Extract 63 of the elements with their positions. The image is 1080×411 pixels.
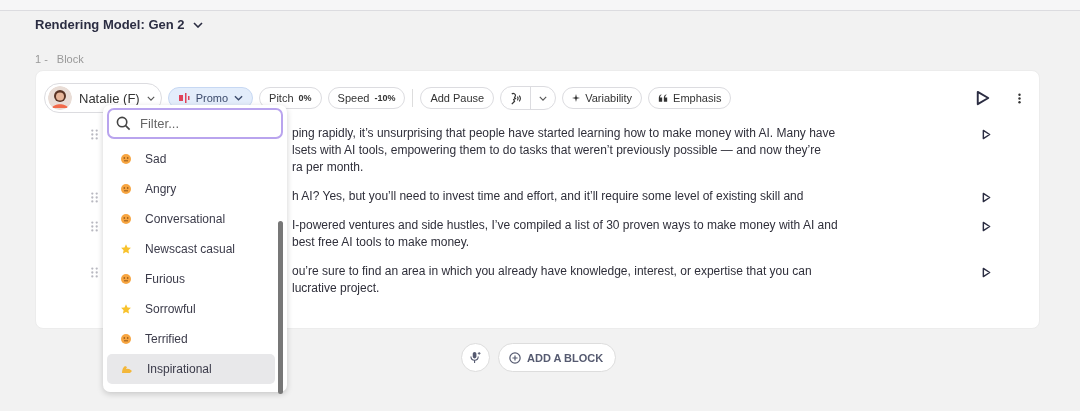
emoji-face-icon [121, 274, 131, 284]
emoji-face-icon [121, 184, 131, 194]
search-icon [116, 116, 131, 131]
variability-button[interactable]: Variability [562, 87, 643, 109]
waveform-icon [177, 93, 190, 103]
paragraph-text: ra per month. [292, 159, 365, 176]
style-option[interactable]: Sad [107, 144, 275, 174]
filter-field[interactable]: Filter... [107, 108, 283, 139]
style-option[interactable]: Terrified [107, 324, 275, 354]
pitch-value: 0% [298, 93, 312, 103]
speaking-head-icon [509, 91, 523, 105]
style-option[interactable]: Inspirational [107, 354, 275, 384]
star-icon [121, 304, 131, 314]
quote-icon [658, 94, 669, 102]
avatar-icon [48, 86, 72, 110]
play-icon[interactable] [976, 90, 990, 106]
pitch-label: Pitch [269, 92, 294, 104]
play-icon[interactable] [982, 192, 991, 203]
add-pause-button[interactable]: Add Pause [420, 87, 495, 109]
speed-button[interactable]: Speed -10% [327, 87, 406, 109]
speed-label: Speed [337, 92, 370, 104]
style-option[interactable]: Angry [107, 174, 275, 204]
style-option[interactable]: Sorrowful [107, 294, 275, 324]
microphone-button[interactable] [461, 343, 490, 372]
style-option[interactable]: Furious [107, 264, 275, 294]
emphasis-button[interactable]: Emphasis [648, 87, 732, 109]
chevron-icon [192, 21, 203, 28]
drag-handle-icon[interactable] [91, 192, 98, 203]
play-icon[interactable] [982, 129, 991, 140]
more-icon[interactable] [1018, 92, 1021, 104]
style-label: Promo [195, 92, 229, 104]
chevron-icon [146, 95, 155, 101]
plus-circle-icon [509, 351, 521, 364]
add-block-button[interactable]: ADD A BLOCK [498, 343, 617, 372]
paragraph-text: ou’re sure to find an area in which you already have knowledge, interest, or expertise that you can [292, 263, 813, 280]
paragraph-text: h AI? Yes, but you’ll need to invest time and effort, and it’ll require some level of existing skill and [292, 188, 805, 205]
voice-name: Natalie (F) [79, 90, 140, 106]
sparkle-icon [572, 94, 581, 102]
chevron-icon [539, 95, 548, 101]
emoji-face-icon [121, 154, 131, 164]
chevron-icon [234, 95, 244, 101]
pitch-button[interactable]: Pitch 0% [259, 87, 322, 109]
drag-handle-icon[interactable] [91, 267, 98, 278]
speed-value: -10% [374, 93, 396, 103]
emoji-face-icon [121, 334, 131, 344]
play-icon[interactable] [982, 221, 991, 232]
block-title: Block [56, 53, 84, 67]
paragraph-text: ping rapidly, it’s unsurprising that people have started learning how to make money with AI. Many have [292, 125, 837, 142]
paragraph-text: lucrative project. [292, 280, 381, 297]
microphone-icon [470, 351, 481, 364]
rendering-model-dropdown[interactable]: Rendering Model: Gen 2 [35, 17, 203, 32]
style-option[interactable]: Newscast casual [107, 234, 275, 264]
drag-handle-icon[interactable] [91, 129, 98, 140]
drag-handle-icon[interactable] [91, 221, 98, 232]
paragraph-text: lsets with AI tools, empowering them to do tasks that weren’t previously possible — and now they’re [292, 142, 822, 159]
emoji-face-icon [121, 214, 131, 224]
paragraph-text: I-powered ventures and side hustles, I’ve compiled a list of 30 proven ways to make money with AI and [292, 217, 839, 234]
style-option[interactable]: Conversational [107, 204, 275, 234]
star-icon [121, 244, 131, 254]
block-number: 1 - [35, 53, 48, 67]
paragraph-text: best free AI tools to make money. [292, 234, 471, 251]
flexed-arm-icon [121, 364, 133, 374]
play-icon[interactable] [982, 267, 991, 278]
